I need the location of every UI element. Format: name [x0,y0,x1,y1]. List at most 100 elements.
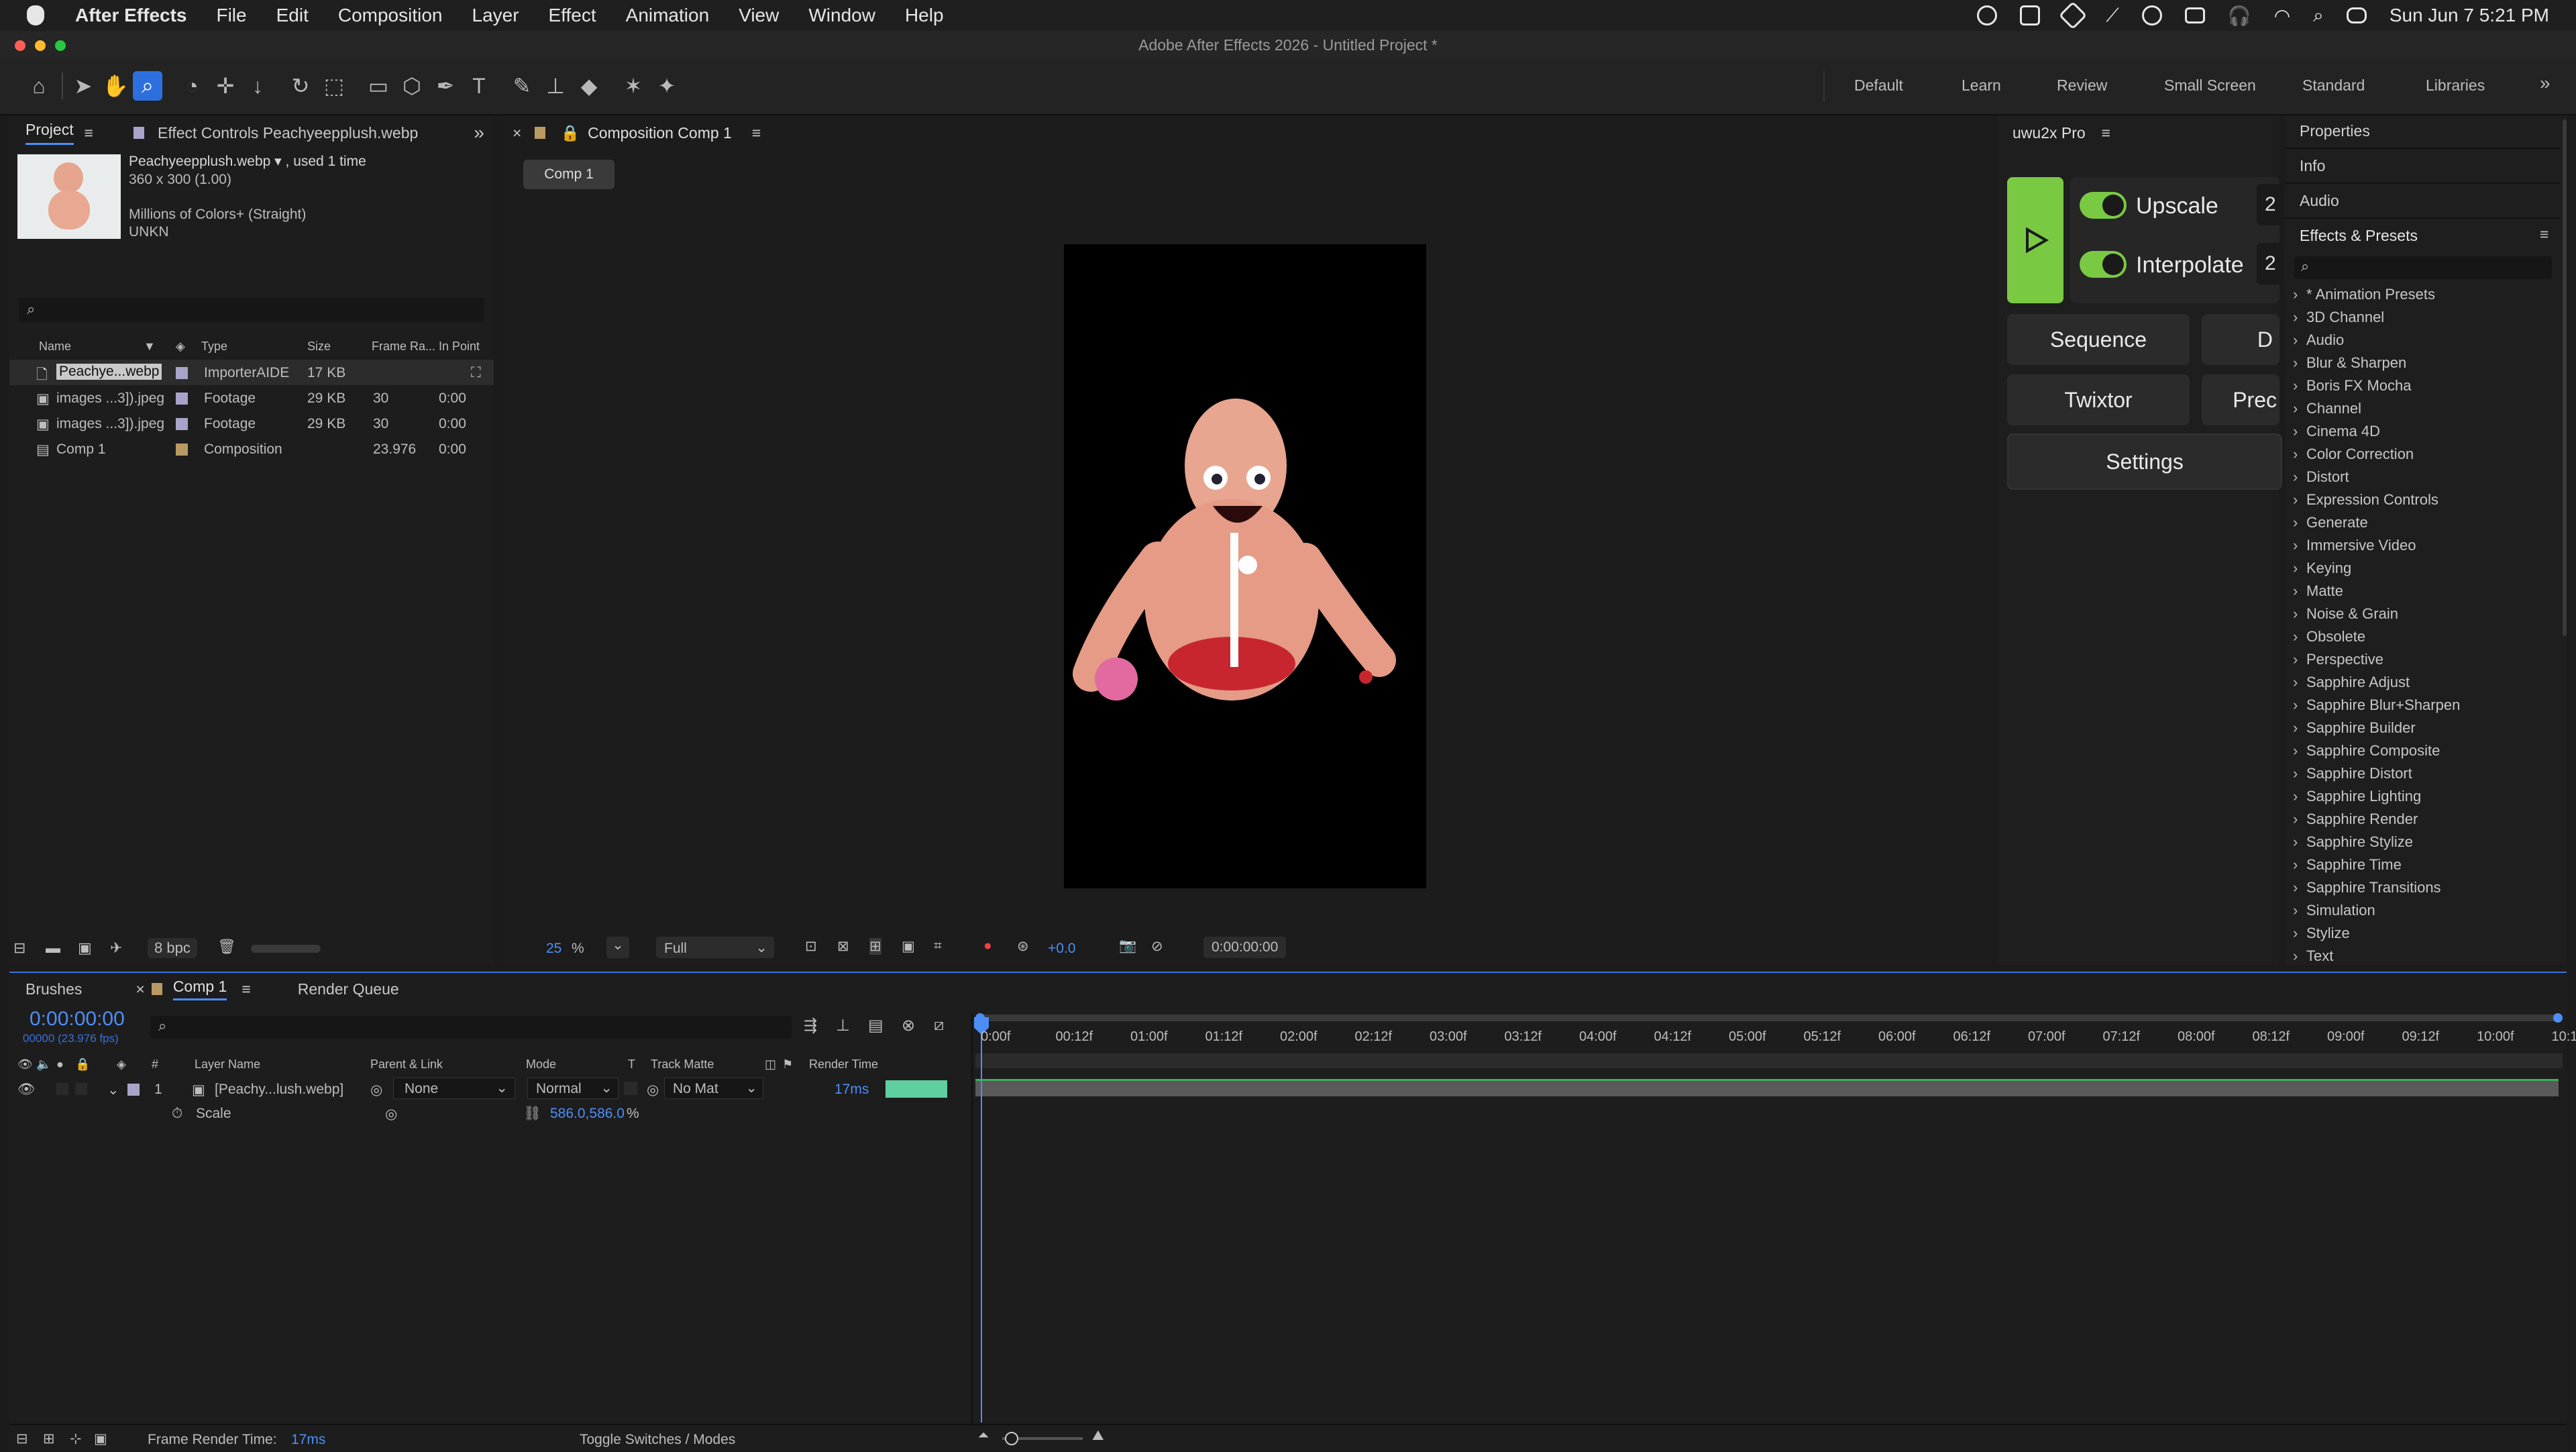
zoom-tool-icon[interactable]: ⌕ [133,71,162,101]
effects-scrollbar[interactable] [2563,119,2567,636]
lock-switch-icon[interactable]: 🔒 [75,1057,90,1072]
effect-category[interactable]: ›* Animation Presets [2293,286,2435,303]
stopwatch-icon[interactable]: ⏱ [172,1106,182,1122]
hand-tool-icon[interactable]: ✋ [101,71,130,101]
col-track-matte[interactable]: Track Matte [651,1057,714,1072]
effect-category[interactable]: ›Audio [2293,331,2344,349]
col-mode[interactable]: Mode [526,1057,556,1072]
col-frame-rate[interactable]: Frame Ra... [372,340,435,354]
label-col-icon[interactable]: ◈ [176,340,185,354]
fast-previews-icon[interactable]: ⊡ [805,938,817,955]
tab-effect-controls[interactable]: Effect Controls Peachyeepplush.webp [158,124,418,142]
menu-view[interactable]: View [739,5,779,26]
effect-category[interactable]: ›Blur & Sharpen [2293,354,2406,372]
label-column-icon[interactable]: ◈ [117,1057,126,1072]
effect-category[interactable]: ›Sapphire Time [2293,856,2402,874]
layer-duration-bar[interactable] [975,1079,2559,1096]
comp-breadcrumb-button[interactable]: Comp 1 [523,160,614,189]
layer-name[interactable]: [Peachy...lush.webp] [215,1082,343,1098]
workspace-review[interactable]: Review [2057,76,2107,95]
tab-brushes[interactable]: Brushes [25,980,82,998]
effect-category[interactable]: ›Channel [2293,400,2361,417]
work-area-range[interactable] [975,1053,2563,1068]
menu-composition[interactable]: Composition [338,5,443,26]
effect-category[interactable]: ›Text [2293,947,2333,964]
new-comp-icon[interactable]: ▣ [78,939,92,957]
sequence-button[interactable]: Sequence [2007,314,2190,365]
display-icon[interactable] [2185,7,2205,23]
headphones-icon[interactable]: 🎧 [2228,5,2251,27]
workspace-small-screen[interactable]: Small Screen [2164,76,2256,95]
effect-category[interactable]: ›Sapphire Lighting [2293,788,2421,805]
effect-category[interactable]: ›Sapphire Composite [2293,742,2440,760]
layers-icon[interactable] [2059,1,2087,30]
work-area-bar[interactable] [975,1015,2563,1021]
project-item-row[interactable]: ▣ images ...3]).jpeg Footage 29 KB 30 0:… [9,385,494,411]
workspace-learn[interactable]: Learn [1962,76,2001,95]
pickwhip-icon[interactable]: ◎ [370,1082,382,1098]
in-out-icon[interactable]: ▣ [94,1431,107,1447]
effect-category[interactable]: ›Stylize [2293,925,2350,942]
workspace-standard[interactable]: Standard [2302,76,2365,95]
effect-category[interactable]: ›Sapphire Blur+Sharpen [2293,696,2460,714]
audio-header[interactable]: Audio [2300,192,2339,210]
color-channels-icon[interactable]: ● [983,938,992,954]
d-button[interactable]: D [2202,314,2279,365]
info-header[interactable]: Info [2300,157,2325,175]
interpolate-toggle[interactable] [2080,251,2127,278]
eraser-tool-icon[interactable]: ◆ [574,71,604,101]
region-of-interest-icon[interactable]: ▣ [902,938,915,955]
col-type[interactable]: Type [201,340,227,354]
uwu-menu-icon[interactable]: ≡ [2102,124,2110,142]
roto-brush-tool-icon[interactable]: ✶ [619,71,648,101]
effect-category[interactable]: ›Boris FX Mocha [2293,377,2412,395]
tab-render-queue[interactable]: Render Queue [298,980,399,998]
solo-switch-icon[interactable]: ● [56,1057,64,1072]
scale-value[interactable]: 586.0,586.0 [550,1106,625,1122]
draft-3d-icon[interactable]: ⊥ [836,1016,850,1035]
apple-icon[interactable] [27,5,44,25]
shy-layers-icon[interactable]: ▤ [868,1016,883,1035]
zoom-in-icon[interactable]: ⛰ [1092,1428,1104,1444]
render-time-toggle-icon[interactable]: ⊟ [16,1431,28,1447]
adjust-icon[interactable]: ✈ [110,939,122,957]
project-menu-icon[interactable]: ≡ [85,124,93,142]
preserve-transparency-box[interactable] [624,1082,637,1095]
selection-tool-icon[interactable]: ➤ [68,71,98,101]
col-t[interactable]: T [628,1057,635,1072]
guides-icon[interactable]: ⌗ [934,938,942,954]
trash-icon[interactable]: 🗑 [217,938,236,955]
project-item-row[interactable]: ▤ Comp 1 Composition 23.976 0:00 [9,436,494,462]
settings-button[interactable]: Settings [2007,433,2282,490]
workspace-libraries[interactable]: Libraries [2426,76,2485,95]
menu-window[interactable]: Window [808,5,875,26]
effect-category[interactable]: ›Keying [2293,560,2351,577]
show-snapshot-icon[interactable]: ⊘ [1151,938,1163,955]
effect-category[interactable]: ›Matte [2293,582,2343,600]
effect-category[interactable]: ›Color Correction [2293,446,2414,463]
uwu-title[interactable]: uwu2x Pro [2012,124,2086,142]
matte-icon[interactable]: ◫ [765,1057,776,1072]
effect-category[interactable]: ›Sapphire Builder [2293,719,2416,737]
tab-project[interactable]: Project [25,121,74,145]
expand-chevron-icon[interactable]: ⌄ [107,1082,119,1098]
menu-edit[interactable]: Edit [276,5,309,26]
modes-toggle-icon[interactable]: ⊹ [70,1431,82,1447]
snapshot-icon[interactable]: 📷 [1119,938,1136,954]
matte-pickwhip-icon[interactable]: ◎ [647,1082,659,1098]
comp-viewer[interactable] [1064,244,1426,888]
effect-category[interactable]: ›Simulation [2293,902,2375,919]
label-swatch[interactable] [176,418,188,430]
effect-category[interactable]: ›Sapphire Stylize [2293,833,2413,851]
effect-category[interactable]: ›Noise & Grain [2293,605,2398,623]
tab-composition[interactable]: Composition Comp 1 [588,124,732,142]
property-pickwhip-icon[interactable]: ◎ [385,1106,397,1123]
menu-file[interactable]: File [216,5,246,26]
effect-category[interactable]: ›Sapphire Adjust [2293,674,2410,691]
face-icon[interactable] [2142,5,2162,25]
clock[interactable]: Sun Jun 7 5:21 PM [2390,5,2549,26]
comp-menu-icon[interactable]: ≡ [752,124,761,142]
effects-search-input[interactable]: ⌕ [2294,256,2552,279]
comp-timecode[interactable]: 0:00:00:00 [1203,937,1286,958]
label-swatch[interactable] [176,367,188,379]
